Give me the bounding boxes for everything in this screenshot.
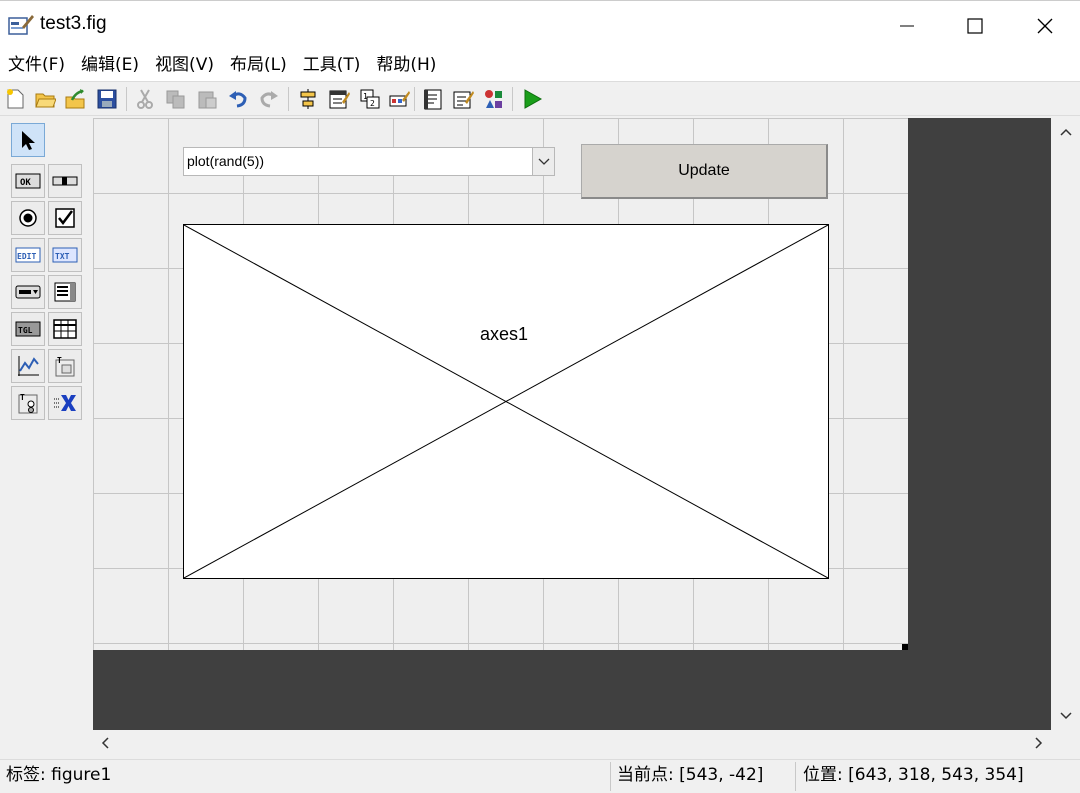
button-group-icon: T (18, 393, 38, 414)
property-inspector-icon[interactable] (450, 86, 476, 112)
save-icon[interactable] (94, 86, 120, 112)
edit-text-icon: EDIT (15, 247, 41, 263)
svg-text:TGL: TGL (18, 326, 33, 335)
svg-text:2: 2 (370, 99, 375, 108)
export-icon[interactable] (62, 86, 88, 112)
menu-help[interactable]: 帮助(H) (368, 50, 444, 81)
redo-icon[interactable] (256, 86, 282, 112)
cut-icon[interactable] (132, 86, 158, 112)
menu-layout[interactable]: 布局(L) (222, 50, 295, 81)
table-tool-button[interactable] (48, 312, 82, 346)
toggle-button-icon: TGL (15, 321, 41, 337)
listbox-icon (54, 282, 76, 302)
layout-grid[interactable]: plot(rand(5)) Update axes1 (93, 118, 908, 650)
guide-window: test3.fig 文件(F) 编辑(E) 视图(V) 布局(L) 工具(T) … (0, 0, 1080, 792)
menu-editor-icon[interactable] (326, 86, 352, 112)
guide-app-icon (8, 13, 34, 37)
chevron-down-icon[interactable] (532, 148, 554, 175)
editor-icon[interactable] (420, 86, 446, 112)
scroll-up-icon[interactable] (1056, 122, 1076, 142)
component-palette: OK EDIT TXT TGL T T (8, 120, 86, 426)
axes-placeholder-cross (184, 225, 828, 578)
slider-icon (52, 176, 78, 186)
new-file-icon[interactable] (2, 86, 28, 112)
static-text-tool-button[interactable]: TXT (48, 238, 82, 272)
svg-text:T: T (20, 393, 25, 402)
open-folder-icon[interactable] (32, 86, 58, 112)
svg-text:OK: OK (20, 178, 31, 188)
vertical-scrollbar[interactable] (1051, 118, 1080, 730)
update-button-component[interactable]: Update (581, 144, 828, 199)
axes-component[interactable]: axes1 (183, 224, 829, 579)
menu-file[interactable]: 文件(F) (0, 50, 73, 81)
figure-resize-handle[interactable] (902, 644, 908, 650)
status-tag: 标签: figure1 (6, 765, 112, 785)
radiobutton-icon (19, 209, 37, 227)
listbox-tool-button[interactable] (48, 275, 82, 309)
scroll-left-icon[interactable] (95, 733, 115, 753)
activex-tool-button[interactable] (48, 386, 82, 420)
layout-canvas-area: plot(rand(5)) Update axes1 (93, 118, 1051, 730)
close-button[interactable] (1010, 1, 1080, 51)
popup-menu-icon (15, 285, 41, 299)
radiobutton-tool-button[interactable] (11, 201, 45, 235)
toolbar-separator (288, 87, 289, 111)
toolbar: 12 (0, 81, 1080, 116)
undo-icon[interactable] (225, 86, 251, 112)
popup-menu-component[interactable]: plot(rand(5)) (183, 147, 555, 176)
static-text-icon: TXT (52, 247, 78, 263)
menu-tools[interactable]: 工具(T) (295, 50, 369, 81)
svg-text:T: T (57, 356, 62, 365)
scroll-right-icon[interactable] (1029, 733, 1049, 753)
pushbutton-icon: OK (15, 173, 41, 189)
align-icon[interactable] (295, 86, 321, 112)
table-icon (53, 319, 77, 339)
edit-text-tool-button[interactable]: EDIT (11, 238, 45, 272)
horizontal-scrollbar[interactable] (93, 730, 1051, 758)
panel-tool-button[interactable]: T (48, 349, 82, 383)
close-icon (1037, 18, 1053, 34)
scroll-down-icon[interactable] (1056, 706, 1076, 726)
panel-icon: T (55, 356, 75, 377)
popup-menu-value: plot(rand(5)) (187, 153, 265, 169)
pushbutton-tool-button[interactable]: OK (11, 164, 45, 198)
maximize-button[interactable] (940, 1, 1010, 51)
object-browser-icon[interactable] (480, 86, 506, 112)
toolbar-separator (414, 87, 415, 111)
axes-tag-label: axes1 (480, 324, 529, 344)
status-current-point: 当前点: [543, -42] (617, 765, 764, 785)
status-bar: 标签: figure1 当前点: [543, -42] 位置: [643, 31… (0, 759, 1080, 792)
tab-order-icon[interactable]: 12 (357, 86, 383, 112)
checkbox-icon (55, 208, 75, 228)
axes-icon (18, 356, 39, 376)
popup-menu-tool-button[interactable] (11, 275, 45, 309)
status-position: 位置: [643, 318, 543, 354] (803, 765, 1024, 785)
svg-text:1: 1 (363, 92, 368, 101)
toolbar-separator (512, 87, 513, 111)
menu-edit[interactable]: 编辑(E) (73, 50, 147, 81)
svg-text:TXT: TXT (55, 252, 70, 261)
title-bar: test3.fig (0, 0, 1080, 50)
run-icon[interactable] (519, 86, 545, 112)
axes-tool-button[interactable] (11, 349, 45, 383)
svg-text:EDIT: EDIT (17, 252, 36, 261)
window-title: test3.fig (40, 13, 107, 34)
button-group-tool-button[interactable]: T (11, 386, 45, 420)
arrow-cursor-icon (22, 131, 35, 150)
paste-icon[interactable] (194, 86, 220, 112)
menu-bar: 文件(F) 编辑(E) 视图(V) 布局(L) 工具(T) 帮助(H) (0, 50, 1080, 81)
status-divider (795, 762, 796, 791)
activex-icon (54, 395, 76, 411)
select-tool-button[interactable] (11, 123, 45, 157)
menu-view[interactable]: 视图(V) (147, 50, 222, 81)
checkbox-tool-button[interactable] (48, 201, 82, 235)
slider-tool-button[interactable] (48, 164, 82, 198)
minimize-icon (900, 25, 914, 27)
toggle-button-tool-button[interactable]: TGL (11, 312, 45, 346)
maximize-icon (967, 18, 983, 34)
toolbar-editor-icon[interactable] (386, 86, 412, 112)
toolbar-separator (126, 87, 127, 111)
copy-icon[interactable] (163, 86, 189, 112)
minimize-button[interactable] (872, 1, 942, 51)
